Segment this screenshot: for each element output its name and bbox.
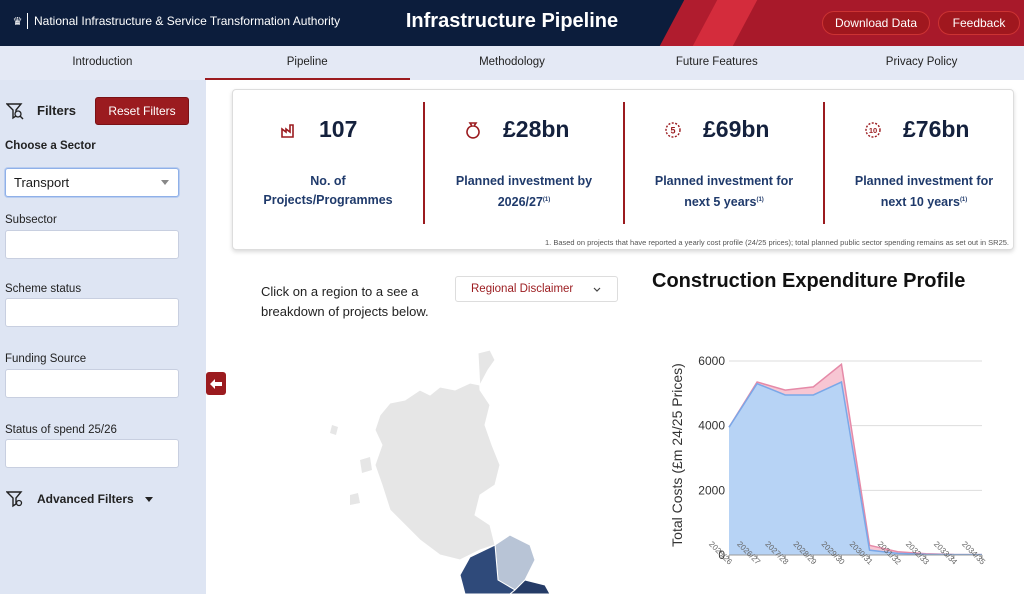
tab-pipeline[interactable]: Pipeline <box>204 46 410 80</box>
five-icon: 5 <box>665 122 681 138</box>
filter-search-icon <box>6 103 24 120</box>
y-axis-label: Total Costs (£m 24/25 Prices) <box>669 363 685 547</box>
tab-methodology[interactable]: Methodology <box>410 46 615 80</box>
stat-value: 107 <box>319 116 358 142</box>
stat-investment-5y: 5 £69bn Planned investment for next 5 yea… <box>625 90 823 230</box>
funding-source-select[interactable] <box>5 369 179 398</box>
uk-map <box>330 349 551 594</box>
y-tick-label: 4000 <box>698 419 725 433</box>
y-tick-label: 2000 <box>698 483 725 497</box>
advanced-filters-toggle[interactable]: Advanced Filters <box>37 492 134 506</box>
sector-select[interactable]: Transport <box>5 168 179 197</box>
tab-future-features[interactable]: Future Features <box>614 46 819 80</box>
svg-text:10: 10 <box>869 126 877 135</box>
feedback-button[interactable]: Feedback <box>938 11 1020 35</box>
stat-value: £69bn <box>703 116 770 142</box>
footnote: 1. Based on projects that have reported … <box>544 238 1009 247</box>
stat-description: Planned investment by 2026/27(1) <box>455 174 593 210</box>
collapse-sidebar-button[interactable] <box>206 372 226 395</box>
arrow-left-icon <box>210 378 222 389</box>
y-tick-label: 6000 <box>698 354 725 368</box>
stat-description: Planned investment for next 5 years(1) <box>654 174 794 210</box>
svg-text:5: 5 <box>670 126 675 136</box>
spend-status-label: Status of spend 25/26 <box>5 424 117 436</box>
app-header: ♛ National Infrastructure & Service Tran… <box>0 0 1024 46</box>
download-data-button[interactable]: Download Data <box>822 11 930 35</box>
disclaimer-label: Regional Disclaimer <box>471 283 574 295</box>
scheme-status-select[interactable] <box>5 298 179 327</box>
scheme-status-label: Scheme status <box>5 283 82 295</box>
sector-label: Choose a Sector <box>5 140 96 152</box>
main-nav: Introduction Pipeline Methodology Future… <box>0 46 1024 80</box>
chevron-down-icon <box>593 287 601 292</box>
x-tick-label: 2033/34 <box>932 540 959 567</box>
tab-introduction[interactable]: Introduction <box>0 46 205 80</box>
crest-icon: ♛ <box>12 13 28 29</box>
stat-investment-10y: 10 £76bn Planned investment for next 10 y… <box>825 90 1023 230</box>
funding-source-label: Funding Source <box>5 353 87 365</box>
sector-select-value: Transport <box>14 175 70 190</box>
regional-disclaimer-dropdown[interactable]: Regional Disclaimer <box>455 276 618 302</box>
org-name: National Infrastructure & Service Transf… <box>34 14 341 28</box>
tab-privacy-policy[interactable]: Privacy Policy <box>819 46 1024 80</box>
stat-description: No. of Projects/Programmes <box>263 174 393 207</box>
chevron-down-icon <box>161 180 169 185</box>
org-brand[interactable]: ♛ National Infrastructure & Service Tran… <box>12 13 340 29</box>
x-tick-label: 2034/35 <box>960 540 987 567</box>
spend-status-select[interactable] <box>5 439 179 468</box>
stats-card: 107 No. of Projects/Programmes £28bn Plan… <box>232 89 1014 250</box>
factory-icon <box>281 124 294 138</box>
stat-investment-2026: £28bn Planned investment by 2026/27(1) <box>425 90 623 230</box>
ten-icon: 10 <box>865 122 881 138</box>
filters-heading: Filters <box>37 103 77 118</box>
filter-settings-icon <box>6 491 23 508</box>
stat-description: Planned investment for next 10 years(1) <box>854 174 994 210</box>
map-island[interactable] <box>330 425 372 505</box>
stat-projects: 107 No. of Projects/Programmes <box>233 90 423 230</box>
money-bag-icon <box>466 122 480 139</box>
map-region-scotland[interactable] <box>374 349 501 561</box>
expenditure-chart: Total Costs (£m 24/25 Prices) 0200040006… <box>669 354 987 567</box>
filter-sidebar: Filters Reset Filters Choose a Sector Tr… <box>0 80 206 594</box>
map-instruction: Click on a region to a see a breakdown o… <box>261 284 429 319</box>
subsector-label: Subsector <box>5 214 57 226</box>
chart-title: Construction Expenditure Profile <box>652 270 966 292</box>
stat-value: £28bn <box>503 116 570 142</box>
reset-filters-button[interactable]: Reset Filters <box>95 97 189 125</box>
subsector-select[interactable] <box>5 230 179 259</box>
stat-value: £76bn <box>903 116 970 142</box>
caret-down-icon[interactable] <box>145 497 153 502</box>
